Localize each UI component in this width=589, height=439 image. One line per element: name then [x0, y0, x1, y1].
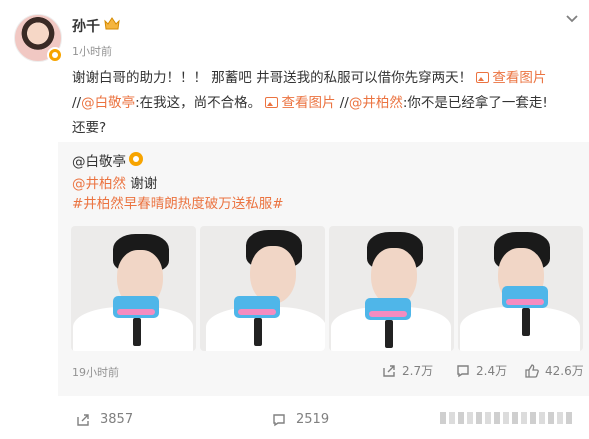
repost-hashtag[interactable]: #井柏然早春晴朗热度破万送私服# [72, 194, 284, 214]
author-name[interactable]: 孙千 [72, 16, 100, 36]
avatar[interactable] [14, 14, 63, 63]
photo-grid [71, 226, 583, 351]
photo-thumbnail[interactable] [200, 226, 325, 351]
view-image-link[interactable]: 查看图片 [265, 95, 335, 111]
image-icon [476, 72, 490, 83]
photo-thumbnail[interactable] [458, 226, 583, 351]
image-icon [265, 97, 279, 108]
photo-thumbnail[interactable] [71, 226, 196, 351]
mention-link[interactable]: @井柏然 [72, 176, 126, 192]
comment-icon [457, 364, 469, 377]
like-button[interactable] [440, 412, 572, 424]
repost-reply: @井柏然 谢谢 [72, 176, 158, 192]
content-text: 还要? [72, 120, 107, 136]
repost-share-stat[interactable]: 2.7万 [382, 362, 433, 379]
repost-author[interactable]: @白敬亭 [72, 150, 126, 170]
mention-link[interactable]: @井柏然 [349, 95, 403, 111]
comment-button[interactable]: 2519 [272, 412, 329, 427]
view-image-link[interactable]: 查看图片 [476, 70, 546, 86]
chevron-down-icon[interactable] [565, 14, 579, 24]
repost-comment-stat[interactable]: 2.4万 [456, 362, 507, 379]
post-footer: 3857 2519 [0, 396, 589, 439]
thumbs-up-icon [525, 363, 539, 378]
verified-badge-icon [47, 47, 63, 63]
share-icon [383, 364, 395, 377]
verified-badge-icon [129, 152, 143, 166]
repost-like-stat[interactable]: 42.6万 [525, 362, 584, 379]
repost-time[interactable]: 19小时前 [72, 364, 119, 380]
crown-icon [104, 17, 120, 30]
content-text: 谢谢白哥的助力！！！ 那蓄吧 井哥送我的私服可以借你先穿两天！ [72, 70, 473, 86]
comment-icon [273, 413, 285, 426]
reposted-card[interactable]: @白敬亭 @井柏然 谢谢 #井柏然早春晴朗热度破万送私服# 19小时前 2.7万… [58, 142, 589, 396]
photo-thumbnail[interactable] [329, 226, 454, 351]
post-content: 谢谢白哥的助力！！！ 那蓄吧 井哥送我的私服可以借你先穿两天！ 查看图片 //@… [72, 70, 548, 136]
share-icon [77, 413, 89, 426]
repost-button[interactable]: 3857 [76, 412, 133, 427]
post-time[interactable]: 1小时前 [72, 43, 112, 59]
mention-link[interactable]: @白敬亭 [81, 95, 135, 111]
